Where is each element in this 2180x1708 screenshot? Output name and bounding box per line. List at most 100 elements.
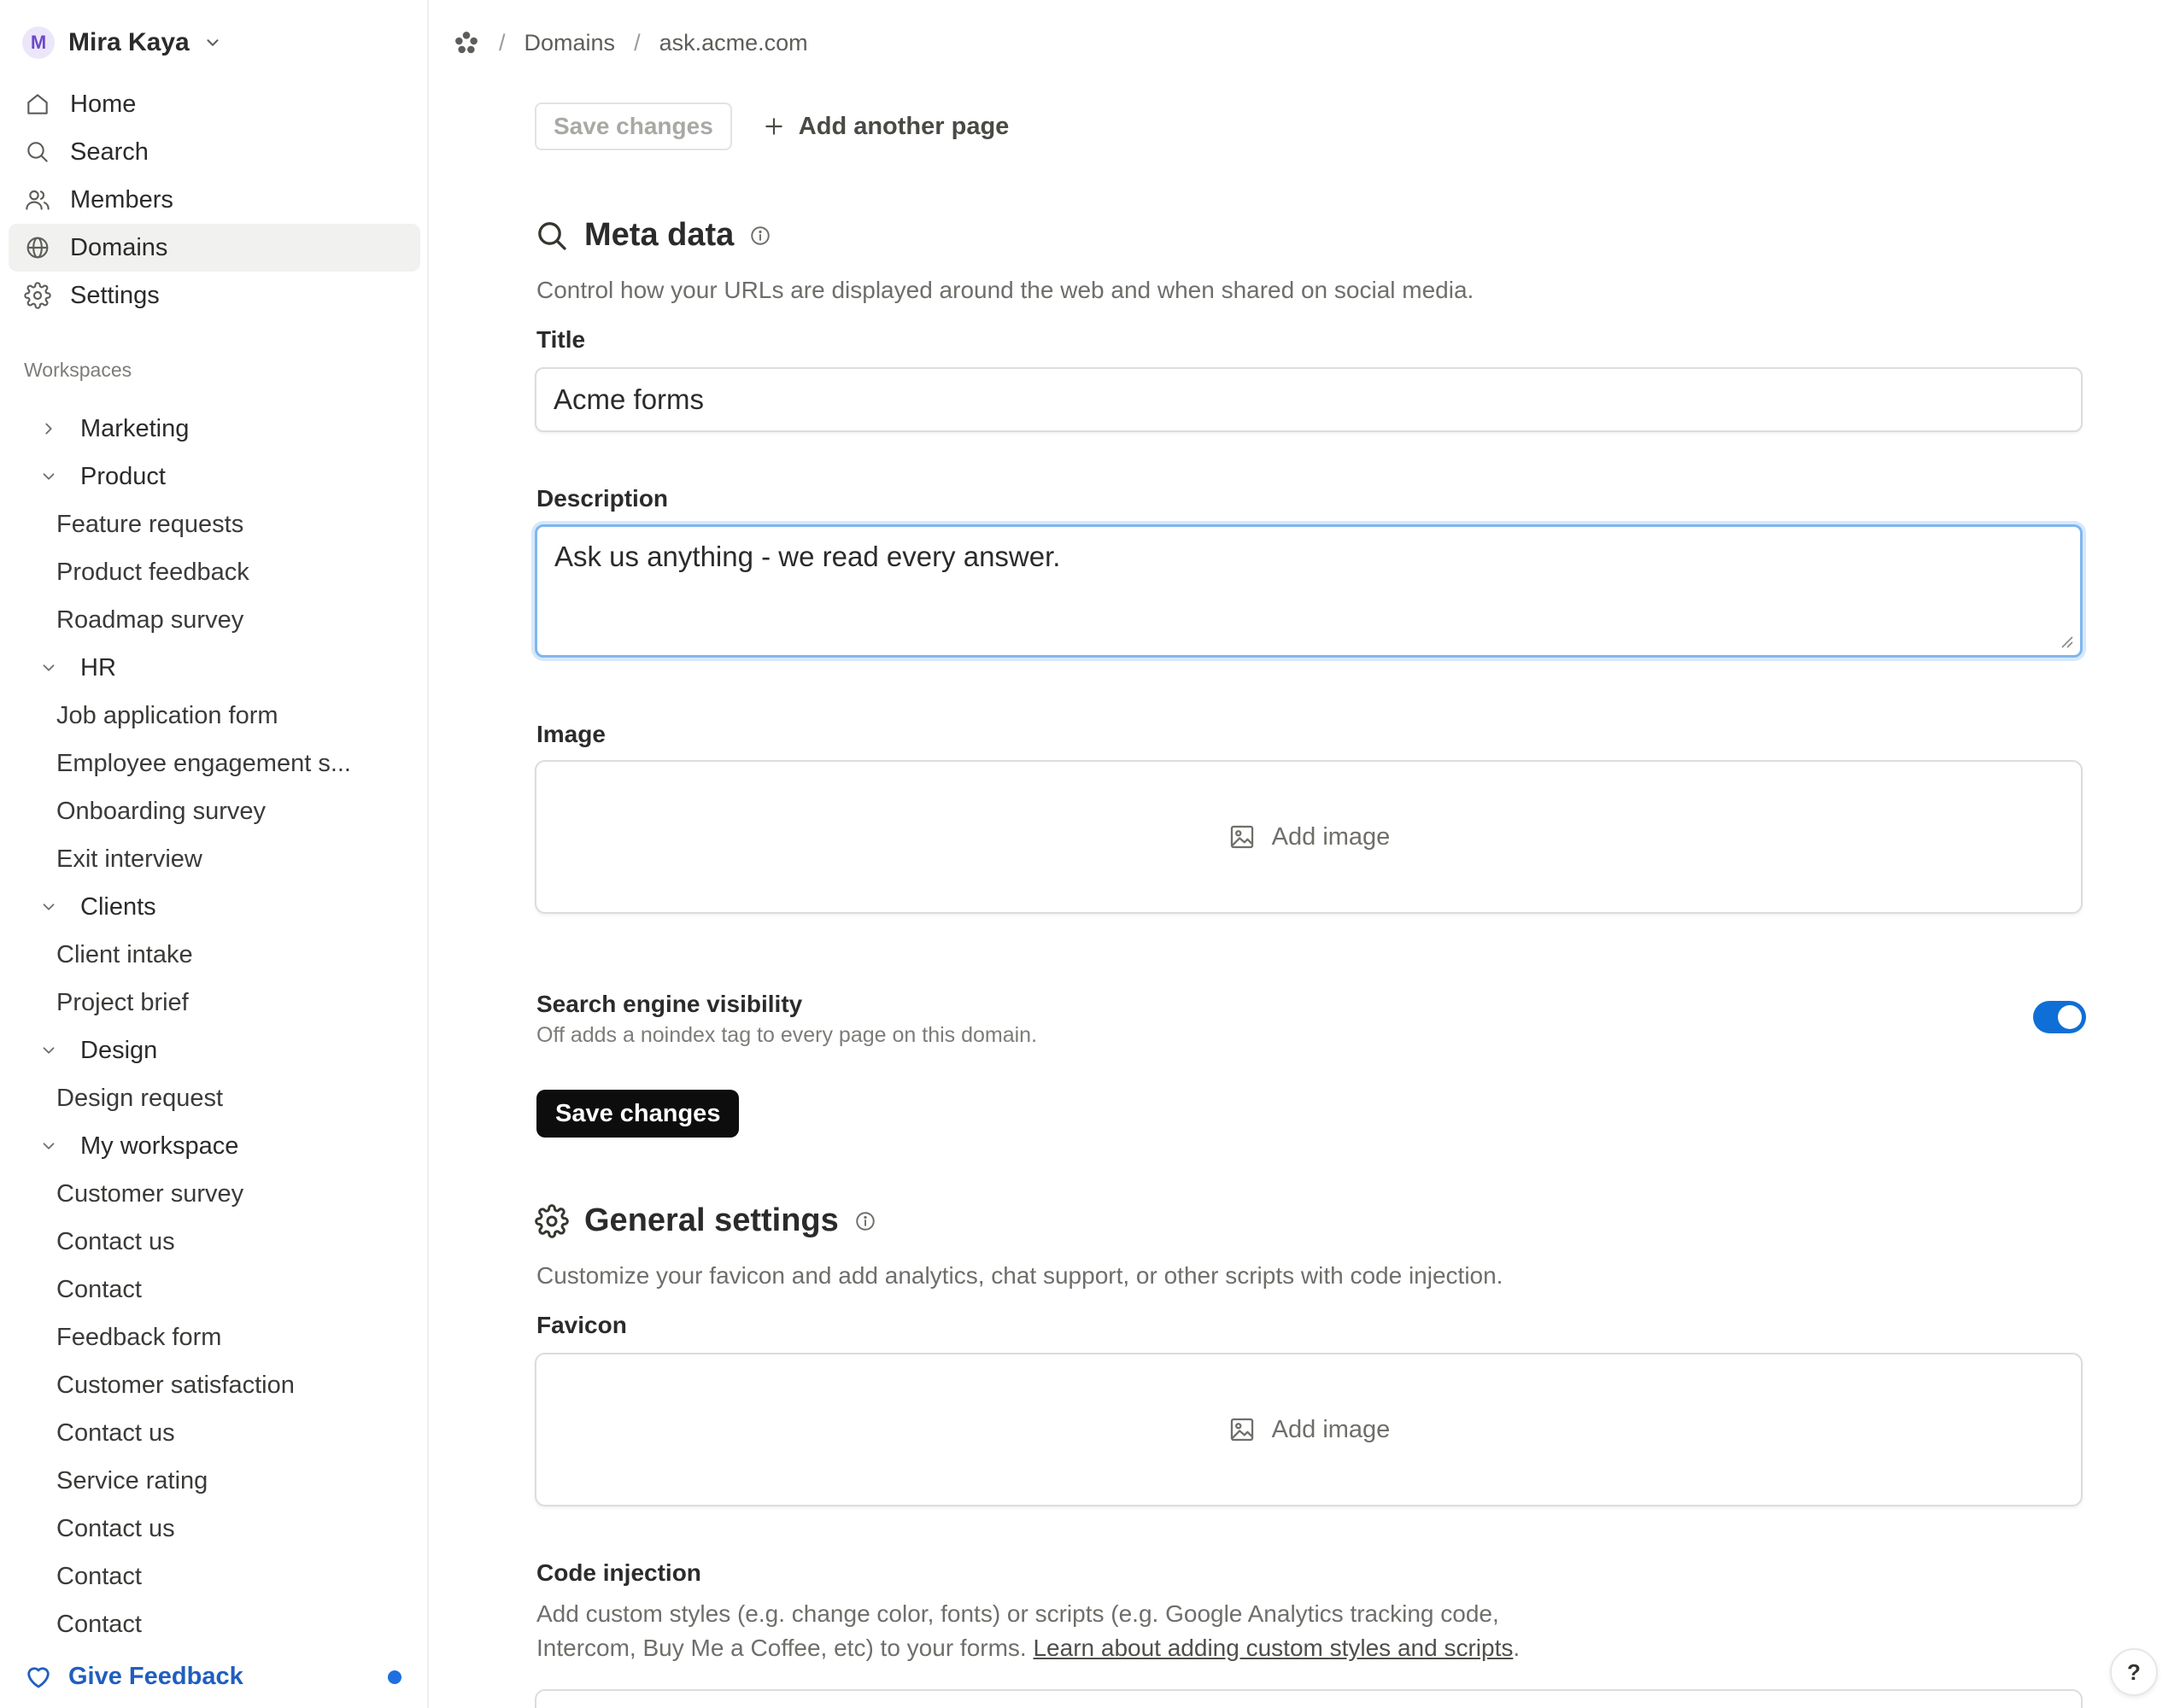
form-item[interactable]: Contact us <box>0 1218 427 1266</box>
main-content: / Domains / ask.acme.com Save changes Ad… <box>429 0 2180 1708</box>
workspace-name: My workspace <box>80 1132 239 1160</box>
search-visibility-title: Search engine visibility <box>536 991 803 1017</box>
chevron-down-icon <box>39 467 58 486</box>
workspaces-heading: Workspaces <box>24 359 132 381</box>
workspace-hr[interactable]: HR <box>0 644 427 692</box>
breadcrumb-separator: / <box>499 29 506 56</box>
give-feedback-button[interactable]: Give Feedback <box>0 1645 427 1708</box>
nav-item-domains[interactable]: Domains <box>9 224 420 272</box>
nav-item-members[interactable]: Members <box>9 176 420 224</box>
add-image-label: Add image <box>1271 822 1391 851</box>
gear-icon <box>535 1203 569 1238</box>
give-feedback-label: Give Feedback <box>68 1662 243 1690</box>
image-icon <box>1228 822 1257 851</box>
nav-label: Members <box>70 185 173 214</box>
form-item[interactable]: Employee engagement s... <box>0 740 427 787</box>
workspace-clients[interactable]: Clients <box>0 883 427 931</box>
page-toolbar: Save changes Add another page <box>535 102 1009 150</box>
avatar: M <box>22 26 55 59</box>
plus-icon <box>763 115 785 137</box>
breadcrumb: / Domains / ask.acme.com <box>453 26 808 60</box>
search-icon <box>24 138 51 166</box>
workspace-name: Design <box>80 1036 158 1064</box>
nav-item-settings[interactable]: Settings <box>9 272 420 319</box>
form-item[interactable]: Job application form <box>0 692 427 740</box>
main-nav: Home Search Members Domains Settings <box>9 80 420 319</box>
form-item[interactable]: Contact us <box>0 1505 427 1553</box>
code-injection-description: Add custom styles (e.g. change color, fo… <box>536 1597 1604 1665</box>
meta-data-description: Control how your URLs are displayed arou… <box>536 277 1474 303</box>
search-visibility-subtitle: Off adds a noindex tag to every page on … <box>536 1023 1038 1047</box>
save-changes-button-disabled[interactable]: Save changes <box>535 102 732 150</box>
form-item[interactable]: Design request <box>0 1074 427 1122</box>
image-icon <box>1228 1415 1257 1444</box>
nav-label: Search <box>70 137 149 166</box>
info-icon[interactable] <box>854 1210 876 1232</box>
form-item[interactable]: Product feedback <box>0 548 427 596</box>
nav-label: Settings <box>70 281 160 309</box>
section-title: Meta data <box>584 217 735 253</box>
breadcrumb-separator: / <box>634 29 641 56</box>
nav-item-search[interactable]: Search <box>9 128 420 176</box>
notification-dot <box>388 1670 401 1684</box>
form-item[interactable]: Roadmap survey <box>0 596 427 644</box>
user-name: Mira Kaya <box>68 28 190 56</box>
workspace-name: Product <box>80 462 166 490</box>
workspace-marketing[interactable]: Marketing <box>0 405 427 453</box>
workspace-design[interactable]: Design <box>0 1027 427 1074</box>
favicon-upload-dropzone[interactable]: Add image <box>535 1353 2083 1506</box>
add-another-page-label: Add another page <box>798 112 1010 140</box>
title-input[interactable] <box>535 367 2083 432</box>
description-textarea[interactable]: Ask us anything - we read every answer. <box>535 524 2083 658</box>
workspace-name: HR <box>80 653 116 681</box>
workspace-my-workspace[interactable]: My workspace <box>0 1122 427 1170</box>
general-settings-description: Customize your favicon and add analytics… <box>536 1262 1503 1289</box>
search-icon <box>535 219 569 253</box>
globe-icon <box>24 234 51 261</box>
form-item[interactable]: Onboarding survey <box>0 787 427 835</box>
custom-styles-link[interactable]: Learn about adding custom styles and scr… <box>1033 1635 1513 1661</box>
chevron-down-icon <box>39 898 58 916</box>
chevron-right-icon <box>39 419 58 438</box>
title-label: Title <box>536 326 586 353</box>
app-logo-icon[interactable] <box>453 29 480 56</box>
search-visibility-toggle[interactable] <box>2033 1001 2086 1033</box>
sidebar: M Mira Kaya Home Search Members Domains … <box>0 0 429 1708</box>
section-title: General settings <box>584 1202 839 1238</box>
description-label: Description <box>536 485 669 512</box>
breadcrumb-domains[interactable]: Domains <box>524 30 616 56</box>
form-item[interactable]: Feature requests <box>0 500 427 548</box>
add-image-label: Add image <box>1271 1415 1391 1443</box>
workspace-name: Clients <box>80 892 156 921</box>
chevron-down-icon <box>39 1041 58 1060</box>
info-icon[interactable] <box>749 225 771 247</box>
chevron-down-icon <box>39 658 58 677</box>
form-item[interactable]: Feedback form <box>0 1313 427 1361</box>
favicon-label: Favicon <box>536 1312 627 1338</box>
chevron-down-icon <box>203 33 222 52</box>
form-item[interactable]: Contact <box>0 1266 427 1313</box>
add-another-page-button[interactable]: Add another page <box>763 112 1010 141</box>
meta-data-heading: Meta data <box>535 217 771 254</box>
form-item[interactable]: Exit interview <box>0 835 427 883</box>
form-item[interactable]: Contact <box>0 1600 427 1648</box>
help-button[interactable]: ? <box>2110 1648 2158 1696</box>
toggle-knob <box>2058 1005 2082 1029</box>
form-item[interactable]: Client intake <box>0 931 427 979</box>
code-injection-label: Code injection <box>536 1559 701 1586</box>
save-changes-button[interactable]: Save changes <box>536 1090 740 1138</box>
image-upload-dropzone[interactable]: Add image <box>535 760 2083 914</box>
resize-handle-icon[interactable] <box>2059 634 2074 649</box>
workspace-switcher[interactable]: M Mira Kaya <box>22 24 222 61</box>
code-injection-editor[interactable] <box>535 1689 2083 1708</box>
form-item[interactable]: Customer survey <box>0 1170 427 1218</box>
workspace-product[interactable]: Product <box>0 453 427 500</box>
form-item[interactable]: Contact us <box>0 1409 427 1457</box>
code-injection-period: . <box>1513 1635 1521 1661</box>
nav-item-home[interactable]: Home <box>9 80 420 128</box>
form-item[interactable]: Project brief <box>0 979 427 1027</box>
image-label: Image <box>536 721 606 747</box>
form-item[interactable]: Contact <box>0 1553 427 1600</box>
form-item[interactable]: Customer satisfaction <box>0 1361 427 1409</box>
form-item[interactable]: Service rating <box>0 1457 427 1505</box>
